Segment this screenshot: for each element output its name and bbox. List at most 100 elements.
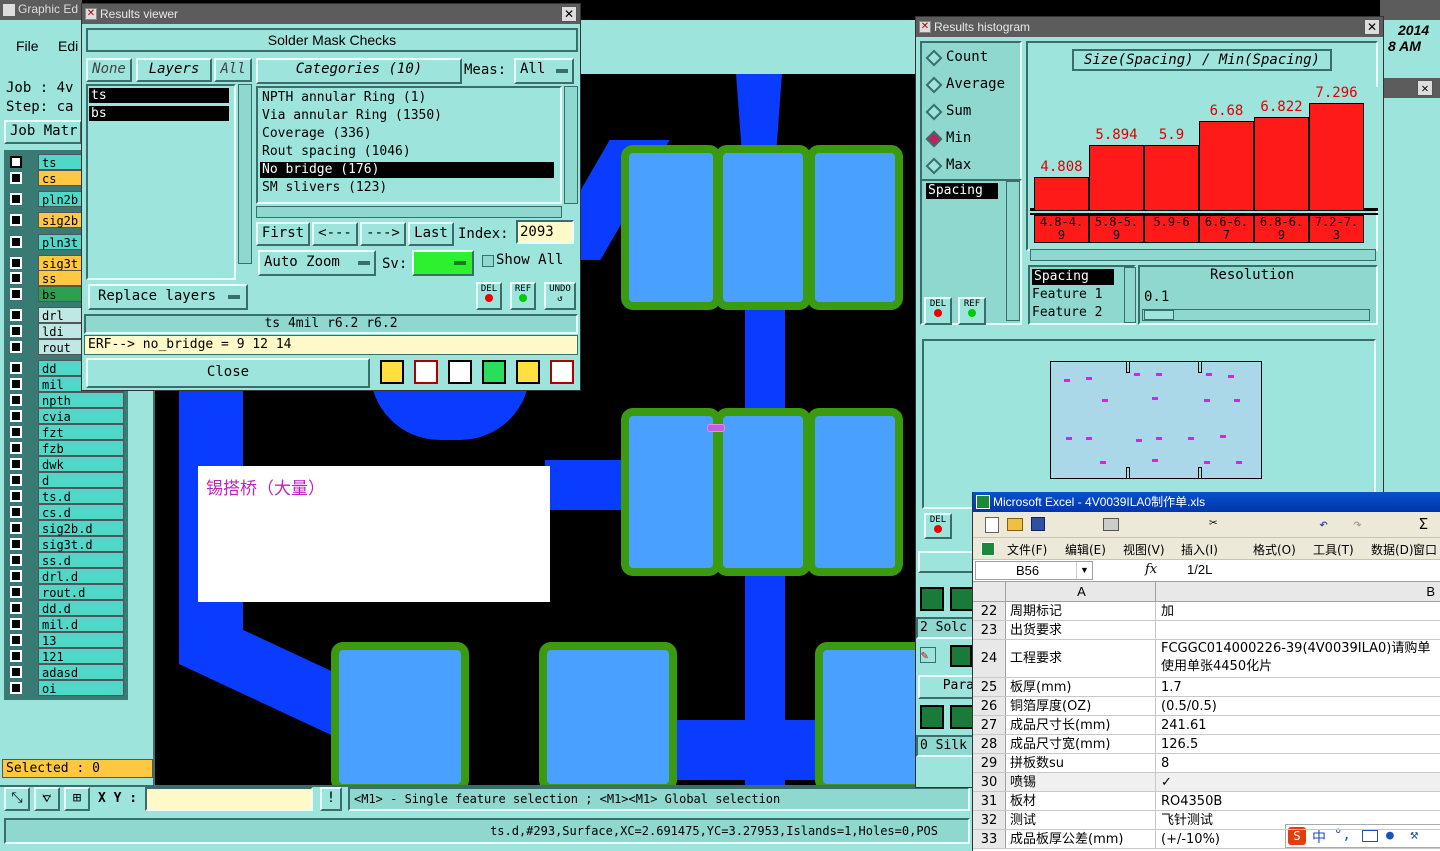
erf-icon[interactable] [448,360,472,384]
layer-checkbox[interactable] [10,538,22,550]
excel-menu-item[interactable]: 窗口 [1413,541,1437,558]
dropdown-icon[interactable]: ▼ [1076,562,1092,579]
histogram-bar[interactable] [1199,121,1254,211]
layer-name[interactable]: ts.d [38,488,124,504]
resolution-slider[interactable] [1142,309,1370,321]
edit-icon[interactable]: ✎ [920,647,936,663]
report-icon[interactable] [516,360,540,384]
h-scrollbar[interactable] [1030,249,1376,261]
layer-row[interactable]: dwk [8,456,124,472]
table-row[interactable]: 29 拼板数su 8 [973,754,1440,773]
layer-checkbox[interactable] [10,570,22,582]
cell-b[interactable]: ✓ [1159,773,1440,791]
categories-button[interactable]: Categories (10) [256,58,462,84]
layer-row[interactable]: fzt [8,424,124,440]
layer-name[interactable]: dwk [38,456,124,472]
layer-checkbox[interactable] [10,193,22,205]
layer-checkbox[interactable] [10,634,22,646]
print-icon[interactable] [1103,518,1119,531]
scrollbar[interactable] [238,84,252,264]
para-button[interactable]: Para [918,675,976,699]
replace-layers-select[interactable]: Replace layers [88,284,248,310]
layer-row[interactable]: d [8,472,124,488]
cell-b[interactable] [1159,621,1440,639]
alert-icon[interactable]: ! [320,787,342,811]
layer-row[interactable]: sig3t.d [8,536,124,552]
layer-name[interactable]: 121 [38,648,124,664]
layer-checkbox[interactable] [10,650,22,662]
col-a-header[interactable]: A [1008,582,1156,602]
auto-zoom-select[interactable]: Auto Zoom [258,250,376,276]
layer-checkbox[interactable] [10,458,22,470]
scrollbar[interactable] [1006,181,1020,321]
cell-b[interactable]: RO4350B [1159,792,1440,810]
index-input[interactable]: 2093 [516,220,574,244]
corner-cell[interactable] [973,582,1006,602]
cell-a[interactable]: 喷锡 [1008,773,1156,791]
histogram-bar[interactable] [1309,103,1364,211]
layer-checkbox[interactable] [10,682,22,694]
layer-name[interactable]: fzt [38,424,124,440]
sv-color-select[interactable] [412,250,474,276]
close-icon[interactable]: ✕ [561,6,577,22]
layer-name[interactable]: adasd [38,664,124,680]
layer-name[interactable]: 13 [38,632,124,648]
col-b-header[interactable]: B [1159,582,1440,602]
job-matrix-button[interactable]: Job Matr [4,120,82,144]
grid-tool-icon[interactable]: ⊞ [64,787,90,811]
row-number[interactable]: 22 [973,602,1006,620]
layer-checkbox[interactable] [10,474,22,486]
redo-icon[interactable]: ↷ [1353,515,1362,533]
none-button[interactable]: None [86,58,132,82]
layer-name[interactable]: cs.d [38,504,124,520]
cell-a[interactable]: 板厚(mm) [1008,678,1156,696]
run-icon[interactable] [950,705,974,729]
del-button-2[interactable]: DEL [924,513,952,539]
run-icon[interactable] [920,705,944,729]
counter-icon[interactable] [482,360,506,384]
layer-row[interactable]: mil.d [8,616,124,632]
row-number[interactable]: 27 [973,716,1006,734]
cell-a[interactable]: 成品尺寸长(mm) [1008,716,1156,734]
layer-row[interactable]: cs.d [8,504,124,520]
formula-input[interactable]: 1/2L [1187,562,1212,577]
layer-checkbox[interactable] [10,309,22,321]
layer-row[interactable]: npth [8,392,124,408]
prev-button[interactable]: <--- [312,222,358,246]
layer-checkbox[interactable] [10,156,22,168]
export-icon[interactable] [414,360,438,384]
layer-name[interactable]: dd.d [38,600,124,616]
layer-checkbox[interactable] [10,325,22,337]
cell-b[interactable]: FCGGC014000226-39(4V0039ILA0)请购单 使用单张4450… [1159,640,1440,677]
layer-row[interactable]: ts.d [8,488,124,504]
layer-name[interactable]: oi [38,680,124,696]
row-number[interactable]: 28 [973,735,1006,753]
layer-name[interactable]: fzb [38,440,124,456]
table-row[interactable]: 22 周期标记加 [973,602,1440,621]
layer-checkbox[interactable] [10,257,22,269]
category-item[interactable]: Rout spacing (1046) [260,144,554,160]
layer-row[interactable]: 13 [8,632,124,648]
side-button[interactable] [918,551,974,573]
next-button[interactable]: ---> [360,222,406,246]
cell-b[interactable]: 加 [1159,602,1440,620]
histogram-bar[interactable] [1034,177,1089,211]
excel-menu-item[interactable]: 文件(F) [1007,541,1047,558]
run-icon[interactable] [950,587,974,611]
cell-a[interactable]: 成品板厚公差(mm) [1008,830,1156,848]
layer-checkbox[interactable] [10,394,22,406]
table-row[interactable]: 25 板厚(mm) 1.7 [973,678,1440,697]
row-number[interactable]: 26 [973,697,1006,715]
layer-checkbox[interactable] [10,378,22,390]
layer-icon[interactable] [380,360,404,384]
table-row[interactable]: 26 铜箔厚度(OZ) (0.5/0.5) [973,697,1440,716]
cell-b[interactable]: 1.7 [1159,678,1440,696]
layer-checkbox[interactable] [10,272,22,284]
layer-row[interactable]: dd.d [8,600,124,616]
histogram-bar[interactable] [1144,145,1199,211]
excel-menu-item[interactable]: 插入(I) [1181,541,1218,558]
layer-row[interactable]: oi [8,680,124,696]
layer-checkbox[interactable] [10,522,22,534]
table-row[interactable]: 33 成品板厚公差(mm) (+/-10%) [973,830,1440,849]
layer-checkbox[interactable] [10,586,22,598]
